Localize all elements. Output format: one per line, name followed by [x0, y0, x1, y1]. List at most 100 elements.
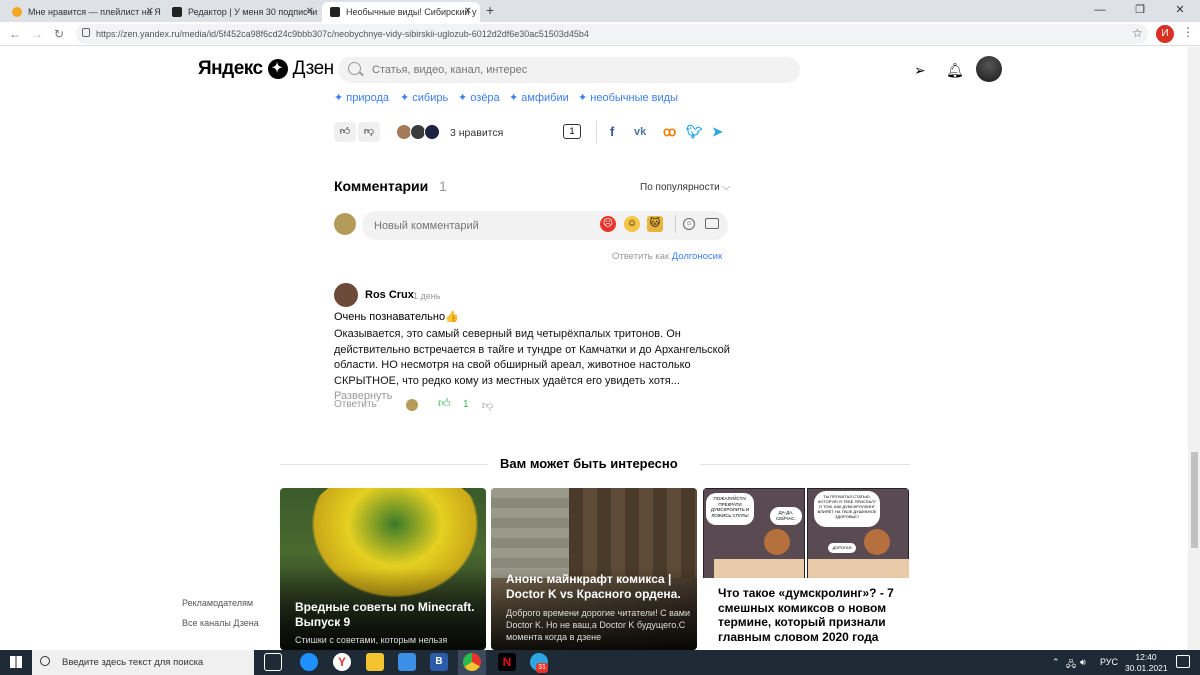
- divider: [280, 464, 488, 465]
- url-text: https://zen.yandex.ru/media/id/5f452ca98…: [96, 29, 589, 39]
- vk-app-icon[interactable]: B: [430, 653, 448, 671]
- reply-as: Ответить как Долгоносик: [612, 251, 722, 262]
- all-channels-link[interactable]: Все каналы Дзена: [182, 618, 259, 628]
- reply-button[interactable]: Ответить: [334, 399, 377, 410]
- yandex-browser-icon[interactable]: Y: [333, 653, 351, 671]
- close-window-icon[interactable]: ✕: [1160, 0, 1200, 20]
- tag-link[interactable]: ✦ озёра: [458, 91, 500, 104]
- tag-label: озёра: [470, 92, 500, 104]
- back-icon[interactable]: ←: [6, 25, 24, 43]
- recommendation-card[interactable]: Вредные советы по Minecraft. Выпуск 9 Ст…: [280, 488, 486, 650]
- zen-favicon-icon: [330, 7, 340, 17]
- card-title: Вредные советы по Minecraft. Выпуск 9: [295, 600, 475, 629]
- comments-badge-number: 1: [569, 126, 575, 136]
- close-icon[interactable]: ✕: [146, 2, 154, 22]
- notification-bell-icon[interactable]: 🔔︎: [946, 62, 964, 79]
- comment-like-count: 1: [463, 399, 469, 410]
- store-icon[interactable]: [398, 653, 416, 671]
- zen-star-icon: [267, 59, 288, 79]
- search-input[interactable]: [372, 57, 772, 83]
- new-comment-box[interactable]: [362, 211, 728, 240]
- new-tab-button[interactable]: +: [486, 2, 494, 18]
- scrollbar-thumb[interactable]: [1191, 452, 1198, 548]
- speech-bubble: ДОРОГАЯ: [828, 543, 856, 553]
- clock[interactable]: 12:40 30.01.2021: [1125, 652, 1168, 674]
- facebook-icon[interactable]: f: [610, 124, 614, 139]
- browser-tab[interactable]: Мне нравится — плейлист на Я ✕: [4, 2, 162, 22]
- tag-link[interactable]: ✦ сибирь: [400, 91, 448, 104]
- chrome-icon[interactable]: [463, 653, 481, 671]
- angry-emoji-icon[interactable]: ☹: [600, 216, 616, 232]
- tag-label: природа: [346, 92, 390, 104]
- chevron-down-icon: ⌵: [722, 182, 731, 193]
- like-button[interactable]: 👍︎: [334, 122, 356, 142]
- likes-count[interactable]: 3 нравится: [450, 127, 503, 139]
- tag-link[interactable]: ✦ необычные виды: [578, 91, 678, 104]
- comment-author[interactable]: Ros Crux: [365, 289, 414, 301]
- tray-chevron-icon[interactable]: ⌃: [1052, 657, 1060, 668]
- forward-icon[interactable]: →: [28, 25, 46, 43]
- minimize-icon[interactable]: —: [1080, 0, 1120, 20]
- tag-link[interactable]: ✦ природа: [334, 91, 389, 104]
- card-subtitle: Стишки с советами, которым нельзя: [295, 635, 448, 645]
- user-avatar[interactable]: [976, 56, 1002, 82]
- menu-dots-icon[interactable]: ⋮: [1182, 25, 1194, 39]
- tag-label: сибирь: [412, 92, 449, 104]
- comic-character: [864, 529, 890, 555]
- language-indicator[interactable]: РУС: [1100, 657, 1118, 667]
- windows-start-icon[interactable]: [10, 656, 22, 668]
- address-bar: ← → ↻ https://zen.yandex.ru/media/id/5f4…: [0, 22, 1200, 46]
- close-icon[interactable]: ✕: [464, 2, 472, 22]
- tag-link[interactable]: ✦ амфибии: [509, 91, 569, 104]
- browser-tab-active[interactable]: Необычные виды! Сибирский у ✕: [322, 2, 480, 22]
- task-view-icon[interactable]: [264, 653, 282, 671]
- scrollbar[interactable]: [1188, 47, 1200, 650]
- comment-author-avatar[interactable]: [334, 283, 358, 307]
- network-icon[interactable]: 🖧︎: [1066, 657, 1076, 673]
- emoji-picker-icon[interactable]: ☺: [683, 218, 695, 230]
- reload-icon[interactable]: ↻: [50, 25, 68, 43]
- close-icon[interactable]: ✕: [306, 2, 314, 22]
- new-comment-input[interactable]: [374, 211, 594, 240]
- thumbs-up-emoji-icon: 👍: [445, 311, 459, 323]
- action-center-icon[interactable]: [1176, 655, 1190, 668]
- bookmark-star-icon[interactable]: ☆: [1132, 26, 1143, 40]
- vk-icon[interactable]: vk: [634, 126, 646, 138]
- advertisers-link[interactable]: Рекламодателям: [182, 598, 253, 608]
- browser-tab[interactable]: Редактор | У меня 30 подписчи ✕: [164, 2, 322, 22]
- recommendation-card[interactable]: Анонс майнкрафт комикса | Doctor K vs Кр…: [491, 488, 697, 650]
- dislike-button[interactable]: 👎︎: [358, 122, 380, 142]
- twitter-icon[interactable]: 🐦︎: [686, 124, 703, 140]
- logo-zen: Дзен: [292, 58, 335, 79]
- zen-logo[interactable]: Яндекс Дзен: [198, 58, 334, 80]
- volume-icon[interactable]: 🔊︎: [1080, 657, 1086, 668]
- divider: [700, 464, 910, 465]
- sort-dropdown[interactable]: По популярности ⌵: [640, 182, 730, 193]
- search-bar[interactable]: [338, 57, 800, 83]
- file-explorer-icon[interactable]: [366, 653, 384, 671]
- reply-as-name[interactable]: Долгоносик: [672, 251, 722, 262]
- card-title: Анонс майнкрафт комикса | Doctor K vs Кр…: [506, 572, 681, 601]
- recommendation-card[interactable]: ПОЖАЛУЙСТА! ПРЕКРАТИ ДУМСКРОЛИТЬ И ЛОЖИС…: [703, 488, 909, 650]
- maximize-icon[interactable]: ❐: [1120, 0, 1160, 20]
- music-favicon-icon: [12, 7, 22, 17]
- comment-dislike-icon[interactable]: 👎︎: [482, 399, 493, 412]
- laughing-emoji-icon[interactable]: ☺: [624, 216, 640, 232]
- stone-wall-image: [491, 488, 569, 578]
- odnoklassniki-icon[interactable]: ꝏ: [663, 124, 676, 140]
- comment-like-icon[interactable]: 👍︎: [438, 396, 451, 411]
- speech-bubble: ТЫ ПРОЧИТАЛ СТАТЬЮ, КОТОРУЮ Я ТЕБЕ ПРИСЛ…: [814, 491, 880, 527]
- url-field[interactable]: https://zen.yandex.ru/media/id/5f452ca98…: [76, 24, 1148, 44]
- comments-count-badge[interactable]: 1: [563, 124, 581, 139]
- sticker-icon[interactable]: 🐱︎: [647, 216, 663, 232]
- clock-time: 12:40: [1135, 652, 1157, 662]
- author-heart-avatar: [406, 399, 418, 411]
- camera-icon[interactable]: [705, 218, 719, 229]
- edge-browser-icon[interactable]: [300, 653, 318, 671]
- tag-label: необычные виды: [590, 92, 678, 104]
- search-icon: [348, 62, 361, 75]
- send-icon[interactable]: ➢: [914, 62, 926, 79]
- profile-avatar[interactable]: И: [1156, 25, 1174, 43]
- telegram-icon[interactable]: ➤: [712, 124, 723, 140]
- netflix-icon[interactable]: N: [498, 653, 516, 671]
